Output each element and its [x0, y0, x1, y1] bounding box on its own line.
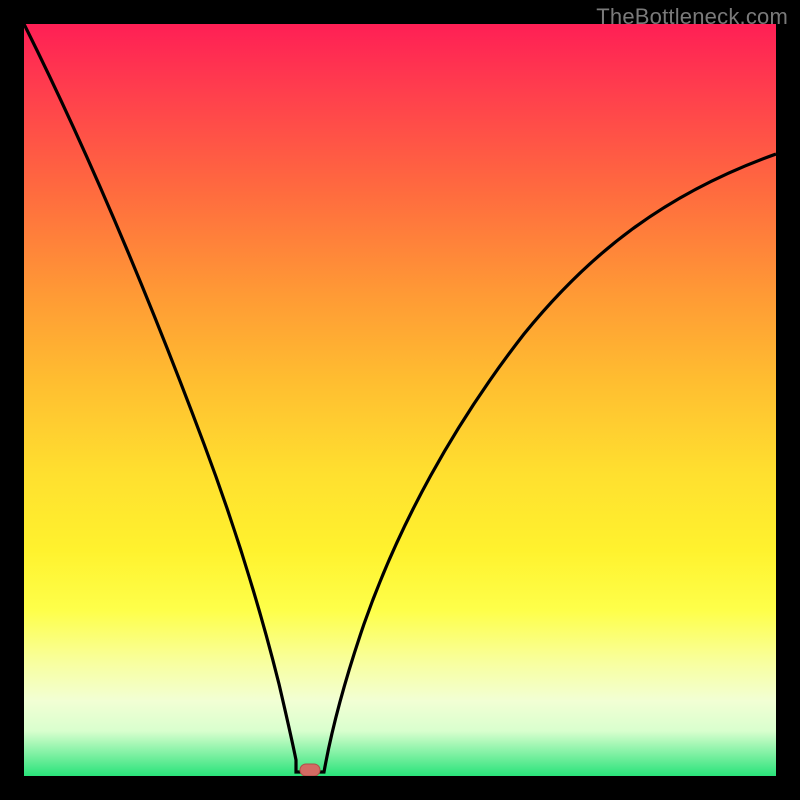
plot-area [24, 24, 776, 776]
bottleneck-curve [24, 24, 776, 772]
curve-svg [24, 24, 776, 776]
watermark-text: TheBottleneck.com [596, 4, 788, 30]
valley-marker [300, 764, 320, 776]
chart-frame: TheBottleneck.com [0, 0, 800, 800]
